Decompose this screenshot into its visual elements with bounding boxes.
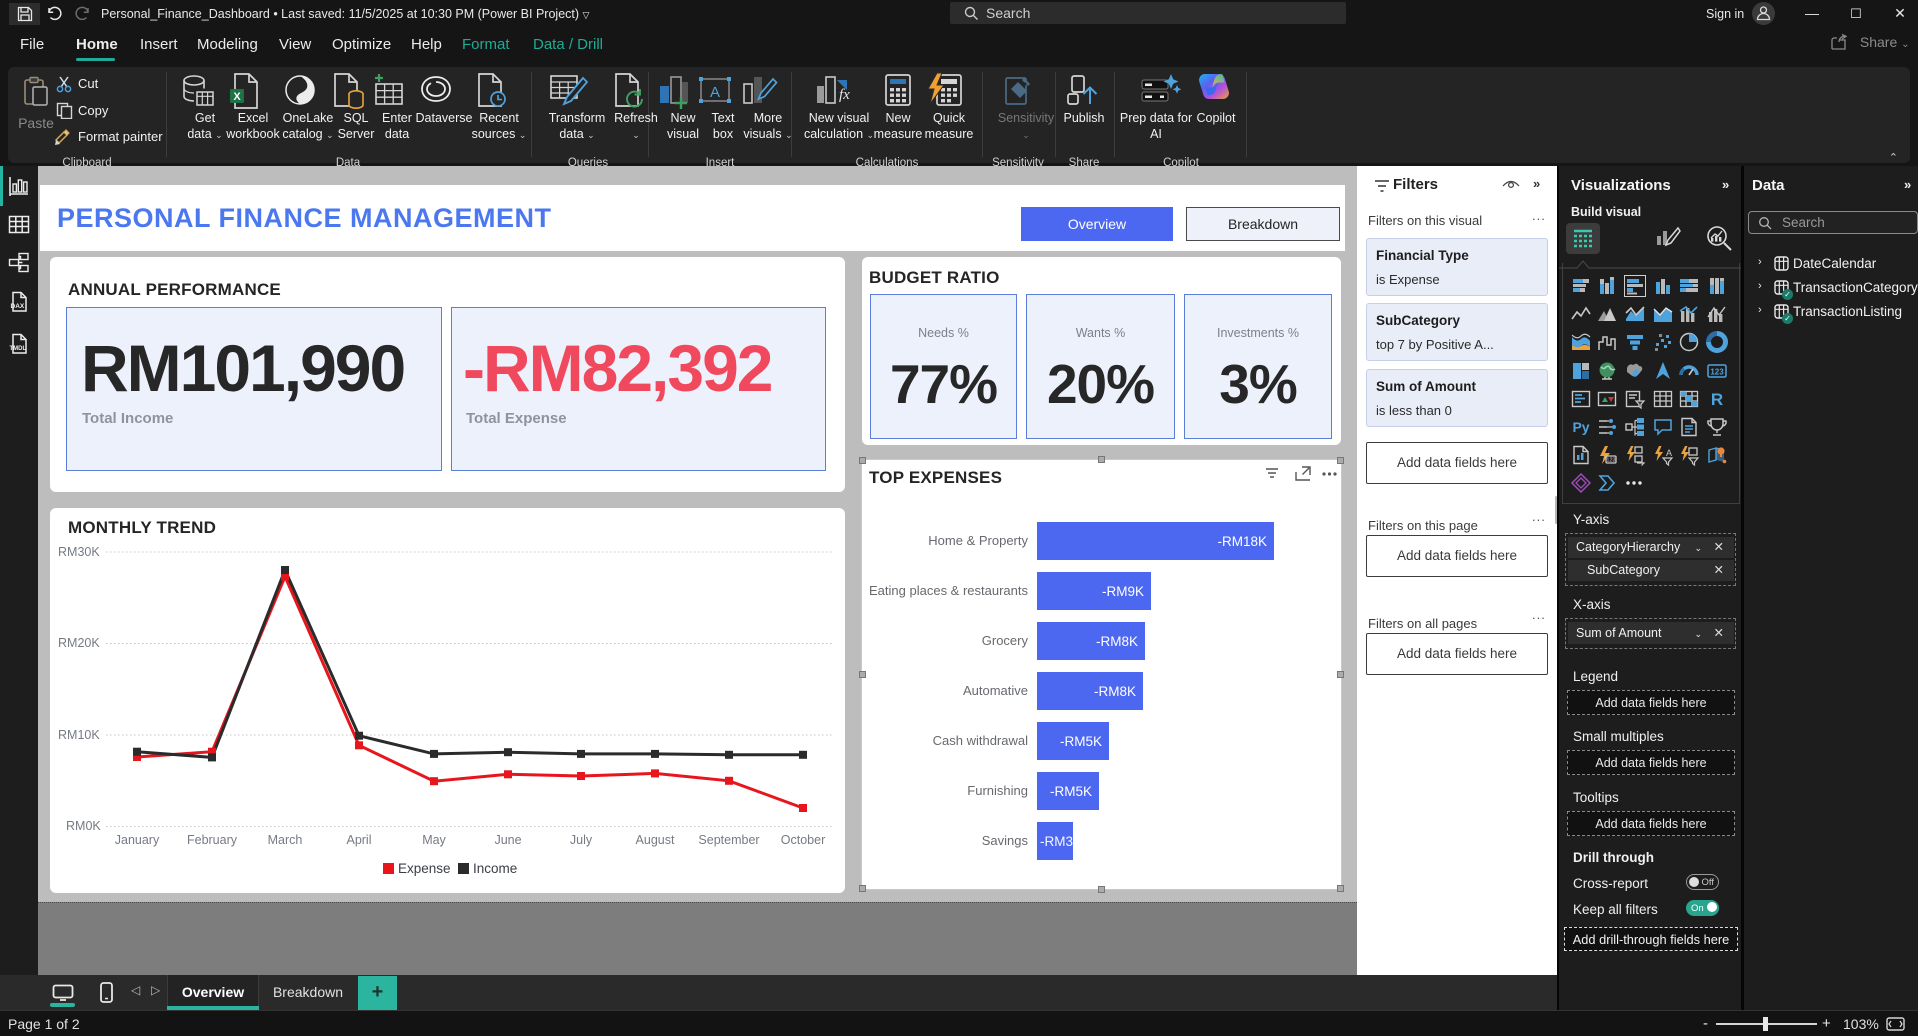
svg-text:123: 123 [1710,368,1724,377]
svg-text:-RM3K: -RM3K [1040,834,1082,849]
svg-text:Py: Py [1572,419,1589,435]
svg-text:June: June [494,833,521,847]
svg-text:RM0K: RM0K [66,819,101,833]
svg-text:A: A [710,84,720,101]
svg-text:-RM9K: -RM9K [1102,584,1144,599]
svg-text:DAX: DAX [11,303,25,310]
svg-text:March: March [268,833,303,847]
svg-text:February: February [187,833,238,847]
svg-text:RM30K: RM30K [58,545,100,559]
svg-text:August: August [636,833,675,847]
svg-text:Cash withdrawal: Cash withdrawal [933,733,1028,748]
svg-text:Home & Property: Home & Property [928,533,1028,548]
svg-text:RM20K: RM20K [58,636,100,650]
svg-text:May: May [422,833,446,847]
svg-text:-RM5K: -RM5K [1050,784,1092,799]
svg-text:-RM5K: -RM5K [1060,734,1102,749]
svg-text:April: April [346,833,371,847]
svg-text:R: R [1711,390,1723,409]
svg-text:fx: fx [839,87,850,103]
svg-text:Expense: Expense [398,861,451,876]
svg-text:September: September [698,833,759,847]
svg-text:Eating places & restaurants: Eating places & restaurants [869,583,1028,598]
svg-text:A: A [1666,448,1672,458]
svg-text:TMDL: TMDL [10,346,27,352]
svg-text:Income: Income [473,861,517,876]
svg-text:X: X [233,91,241,103]
svg-text:Automative: Automative [963,683,1028,698]
svg-text:-RM8K: -RM8K [1096,634,1138,649]
svg-text:Furnishing: Furnishing [967,783,1028,798]
svg-text:-RM8K: -RM8K [1094,684,1136,699]
svg-text:October: October [781,833,825,847]
svg-text:July: July [570,833,593,847]
svg-text:RM10K: RM10K [58,728,100,742]
svg-text:-RM18K: -RM18K [1217,534,1267,549]
svg-text:123: 123 [1606,458,1615,464]
svg-text:January: January [115,833,160,847]
svg-text:Savings: Savings [982,833,1029,848]
svg-text:Grocery: Grocery [982,633,1029,648]
